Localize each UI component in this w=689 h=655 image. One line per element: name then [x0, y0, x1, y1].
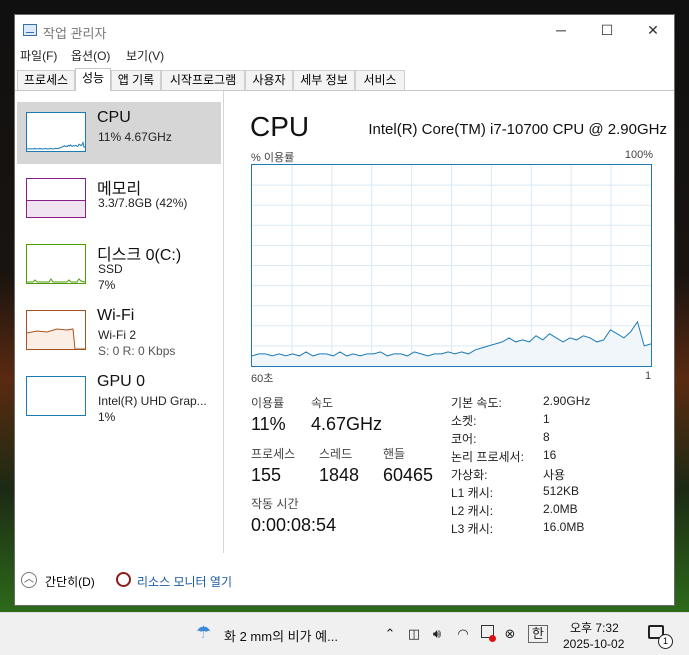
spec-key: 논리 프로세서: — [451, 450, 524, 464]
memory-mini-graph — [26, 178, 86, 218]
meet-now-icon[interactable]: ◫ — [405, 625, 423, 643]
tab-app-history[interactable]: 앱 기록 — [111, 70, 161, 90]
spec-value: 2.0MB — [543, 502, 578, 516]
security-alert-icon[interactable] — [478, 625, 496, 643]
spec-value: 2.90GHz — [543, 394, 591, 408]
chevron-up-icon: ︿ — [21, 572, 37, 588]
window-title: 작업 관리자 — [43, 26, 107, 41]
sidebar-item-detail-2: S: 0 R: 0 Kbps — [98, 344, 176, 358]
clock-date: 2025-10-02 — [563, 637, 625, 651]
wifi-mini-graph — [26, 310, 86, 350]
sidebar-item-memory[interactable]: 메모리 3.3/7.8GB (42%) — [17, 168, 221, 230]
spec-key: L2 캐시: — [451, 504, 494, 518]
tab-strip: 프로세스 성능 앱 기록 시작프로그램 사용자 세부 정보 서비스 — [15, 68, 674, 91]
handles-value: 60465 — [383, 465, 434, 485]
fewer-details-label: 간단히(D) — [45, 575, 95, 589]
threads-label: 스레드 — [319, 447, 353, 461]
wifi-icon[interactable]: ◠ — [454, 625, 472, 643]
clock[interactable]: 오후 7:32 2025-10-02 — [560, 617, 634, 653]
cpu-model-name: Intel(R) Core(TM) i7-10700 CPU @ 2.90GHz — [368, 121, 667, 138]
sidebar-item-detail: 3.3/7.8GB (42%) — [98, 196, 188, 210]
spec-value: 사용 — [543, 468, 566, 482]
ime-indicator[interactable]: 한 — [528, 625, 548, 643]
processes-label: 프로세스 — [251, 447, 296, 461]
tab-startup[interactable]: 시작프로그램 — [161, 70, 245, 90]
spec-key: 코어: — [451, 432, 477, 446]
speed-label: 속도 — [311, 396, 334, 410]
spec-value: 16 — [543, 448, 557, 462]
spec-key: L3 캐시: — [451, 522, 494, 536]
clock-time: 오후 7:32 — [570, 621, 619, 635]
footer-bar: ︿ 간단히(D) 리소스 모니터 열기 — [15, 563, 674, 599]
spec-key: L1 캐시: — [451, 486, 494, 500]
handles-label: 핸들 — [383, 447, 406, 461]
sidebar-item-disk[interactable]: 디스크 0(C:) SSD 7% — [17, 234, 221, 296]
sidebar-item-wifi[interactable]: Wi-Fi Wi-Fi 2 S: 0 R: 0 Kbps — [17, 300, 221, 362]
page-title: CPU — [250, 111, 310, 142]
minimize-button[interactable]: ─ — [538, 15, 584, 45]
gpu-mini-graph — [26, 376, 86, 416]
spec-value: 512KB — [543, 484, 580, 498]
sidebar-item-label: GPU 0 — [97, 373, 146, 390]
processes-value: 155 — [251, 465, 282, 485]
graph-x-right-label: 1 — [645, 370, 652, 382]
uptime-value: 0:00:08:54 — [251, 515, 337, 535]
sidebar-item-label: CPU — [97, 109, 131, 126]
task-manager-window: 작업 관리자 ─ ☐ ✕ 파일(F) 옵션(O) 보기(V) 프로세스 성능 앱… — [14, 14, 675, 606]
tab-performance[interactable]: 성능 — [75, 68, 111, 91]
sidebar-item-label: Wi-Fi — [97, 307, 135, 324]
spec-key: 가상화: — [451, 468, 488, 482]
spec-key: 소켓: — [451, 414, 477, 428]
menu-view[interactable]: 보기(V) — [126, 47, 164, 64]
performance-sidebar: CPU 11% 4.67GHz 메모리 3.3/7.8GB (42%) 디스크 … — [15, 91, 224, 553]
graph-x-left-label: 60초 — [251, 373, 274, 385]
weather-text: 화 2 mm의 비가 예... — [224, 629, 338, 644]
threads-value: 1848 — [319, 465, 360, 485]
taskbar: ☂ 화 2 mm의 비가 예... ⌃ ◫ 🔊︎ ◠ ⊗ 한 오후 7:32 2… — [0, 612, 689, 655]
title-bar[interactable]: 작업 관리자 ─ ☐ ✕ — [15, 15, 674, 45]
tab-users[interactable]: 사용자 — [245, 70, 293, 90]
spec-value: 8 — [543, 430, 550, 444]
sidebar-item-detail: Wi-Fi 2 — [98, 328, 136, 342]
spec-value: 1 — [543, 412, 550, 426]
cpu-detail-pane: CPU Intel(R) Core(TM) i7-10700 CPU @ 2.9… — [225, 91, 675, 553]
menu-file[interactable]: 파일(F) — [20, 47, 57, 64]
disk-mini-graph — [26, 244, 86, 284]
sidebar-item-gpu[interactable]: GPU 0 Intel(R) UHD Grap... 1% — [17, 366, 221, 428]
resource-monitor-icon — [116, 572, 131, 587]
weather-widget[interactable]: ☂ 화 2 mm의 비가 예... — [196, 623, 376, 645]
sidebar-item-cpu[interactable]: CPU 11% 4.67GHz — [17, 102, 221, 164]
sidebar-item-detail: Intel(R) UHD Grap... — [98, 394, 207, 408]
tab-services[interactable]: 서비스 — [355, 70, 405, 90]
maximize-button[interactable]: ☐ — [584, 15, 630, 45]
sidebar-item-detail-2: 7% — [98, 278, 116, 292]
tab-processes[interactable]: 프로세스 — [17, 70, 75, 90]
menu-bar: 파일(F) 옵션(O) 보기(V) — [15, 45, 674, 65]
graph-y-label: % 이용률 — [251, 152, 295, 164]
cpu-mini-graph — [26, 112, 86, 152]
notification-count-badge: 1 — [658, 634, 673, 649]
spec-key: 기본 속도: — [451, 396, 502, 410]
graph-y-max-label: 100% — [624, 149, 653, 161]
resource-monitor-label: 리소스 모니터 열기 — [137, 575, 232, 589]
close-button[interactable]: ✕ — [630, 15, 676, 45]
sidebar-item-detail: 11% 4.67GHz — [98, 130, 172, 144]
sidebar-item-detail-2: 1% — [98, 410, 116, 424]
menu-options[interactable]: 옵션(O) — [71, 47, 110, 64]
rain-umbrella-icon: ☂ — [196, 623, 212, 642]
tab-details[interactable]: 세부 정보 — [293, 70, 355, 90]
speaker-icon[interactable]: 🔊︎ — [428, 625, 446, 643]
show-hidden-icons-chevron-icon[interactable]: ⌃ — [382, 625, 398, 643]
task-manager-icon — [23, 24, 37, 36]
usage-label: 이용률 — [251, 396, 285, 410]
uptime-label: 작동 시간 — [251, 497, 299, 511]
sidebar-item-detail: SSD — [98, 262, 123, 276]
circle-x-icon[interactable]: ⊗ — [501, 625, 519, 643]
speed-value: 4.67GHz — [311, 414, 383, 434]
spec-value: 16.0MB — [543, 520, 585, 534]
notification-center-icon[interactable]: 1 — [648, 625, 673, 649]
usage-value: 11% — [251, 414, 286, 434]
cpu-usage-graph — [251, 164, 652, 367]
